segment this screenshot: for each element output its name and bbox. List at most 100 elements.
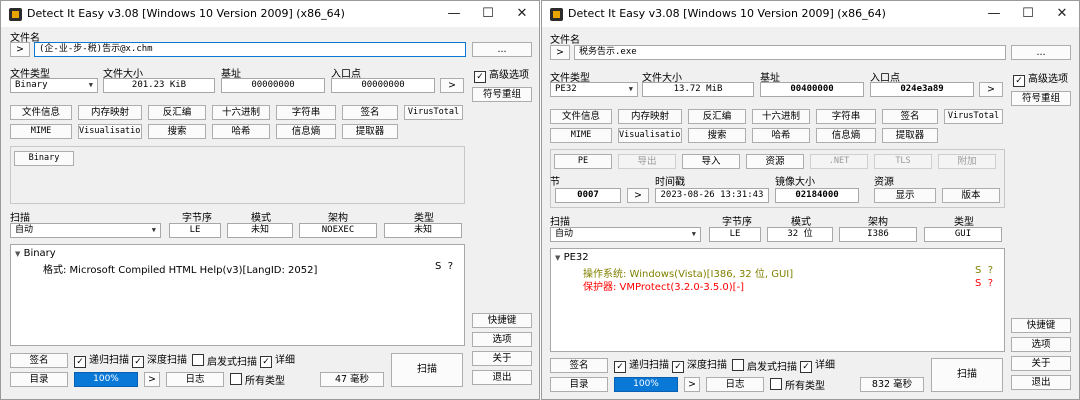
- recursive-scan-checkbox[interactable]: ✓ 递归扫描: [74, 354, 129, 368]
- minimize-button[interactable]: —: [977, 4, 1011, 24]
- heuristic-scan-checkbox[interactable]: 启发式扫描: [732, 359, 797, 374]
- signature-reorg-button[interactable]: 符号重组: [1011, 91, 1071, 106]
- visualisation-button[interactable]: Visualisation: [618, 128, 682, 143]
- heuristic-scan-checkbox[interactable]: 启发式扫描: [192, 354, 257, 369]
- file-info-button[interactable]: 文件信息: [10, 105, 72, 120]
- about-button[interactable]: 关于: [1011, 356, 1071, 371]
- dotnet-button[interactable]: .NET: [810, 154, 868, 169]
- file-name-field[interactable]: 税务告示.exe: [574, 45, 1006, 60]
- result-root-node[interactable]: ▼ Binary: [15, 248, 56, 259]
- shortcuts-button[interactable]: 快捷键: [472, 313, 532, 328]
- result-protector-flags[interactable]: S ?: [975, 278, 993, 289]
- exit-button[interactable]: 退出: [472, 370, 532, 385]
- file-size-field: 13.72 MiB: [642, 82, 754, 97]
- mime-button[interactable]: MIME: [10, 124, 72, 139]
- next-button[interactable]: >: [684, 377, 700, 392]
- recursive-scan-checkbox[interactable]: ✓ 递归扫描: [614, 359, 669, 373]
- browse-button[interactable]: ...: [472, 42, 532, 57]
- result-root-node[interactable]: ▼ PE32: [555, 252, 589, 263]
- section-button[interactable]: >: [627, 188, 649, 203]
- close-button[interactable]: ✕: [505, 4, 539, 24]
- hash-button[interactable]: 哈希: [752, 128, 810, 143]
- sign-button[interactable]: 签名: [550, 358, 608, 373]
- extractor-button[interactable]: 提取器: [882, 128, 938, 143]
- signature-button[interactable]: 签名: [342, 105, 398, 120]
- disassembly-button[interactable]: 反汇编: [688, 109, 746, 124]
- result-flags[interactable]: S ?: [435, 261, 453, 272]
- exit-button[interactable]: 退出: [1011, 375, 1071, 390]
- binary-tab-button[interactable]: Binary: [14, 151, 74, 166]
- show-resources-button[interactable]: 显示: [874, 188, 936, 203]
- arch-label: 架构: [868, 217, 888, 228]
- next-button[interactable]: >: [144, 372, 160, 387]
- all-types-checkbox[interactable]: 所有类型: [230, 373, 285, 388]
- signature-button[interactable]: 签名: [882, 109, 938, 124]
- hash-button[interactable]: 哈希: [212, 124, 270, 139]
- minimize-button[interactable]: —: [437, 4, 471, 24]
- search-button[interactable]: 搜索: [148, 124, 206, 139]
- checkbox-empty-icon: [770, 378, 782, 390]
- sign-button[interactable]: 签名: [10, 353, 68, 368]
- advanced-checkbox[interactable]: ✓ 高级选项: [474, 69, 529, 83]
- about-button[interactable]: 关于: [472, 351, 532, 366]
- checkbox-empty-icon: [230, 373, 242, 385]
- overlay-button[interactable]: 附加: [938, 154, 996, 169]
- file-type-select[interactable]: Binary ▼: [10, 78, 98, 93]
- visualisation-button[interactable]: Visualisation: [78, 124, 142, 139]
- virustotal-button[interactable]: VirusTotal: [404, 105, 463, 120]
- signature-reorg-button[interactable]: 符号重组: [472, 87, 532, 102]
- base-address-field: 00000000: [221, 78, 325, 93]
- verbose-checkbox[interactable]: ✓ 详细: [260, 354, 295, 368]
- resources-button[interactable]: 资源: [746, 154, 804, 169]
- memory-map-button[interactable]: 内存映射: [78, 105, 142, 120]
- strings-button[interactable]: 字符串: [816, 109, 876, 124]
- result-os-flags[interactable]: S ?: [975, 265, 993, 276]
- import-button[interactable]: 导入: [682, 154, 740, 169]
- memory-map-button[interactable]: 内存映射: [618, 109, 682, 124]
- search-button[interactable]: 搜索: [688, 128, 746, 143]
- mime-button[interactable]: MIME: [550, 128, 612, 143]
- file-type-select[interactable]: PE32 ▼: [550, 82, 638, 97]
- scan-mode-select[interactable]: 自动 ▼: [550, 227, 701, 242]
- version-button[interactable]: 版本: [942, 188, 1000, 203]
- maximize-button[interactable]: ☐: [1011, 4, 1045, 24]
- pe-button[interactable]: PE: [554, 154, 612, 169]
- shortcuts-button[interactable]: 快捷键: [1011, 318, 1071, 333]
- log-button[interactable]: 日志: [166, 372, 224, 387]
- checkbox-empty-icon: [192, 354, 204, 366]
- entry-point-button[interactable]: >: [979, 82, 1003, 97]
- deep-scan-checkbox[interactable]: ✓ 深度扫描: [672, 359, 727, 373]
- directory-button[interactable]: 目录: [10, 372, 68, 387]
- scan-button[interactable]: 扫描: [391, 353, 463, 387]
- expand-button[interactable]: >: [550, 45, 570, 60]
- all-types-checkbox[interactable]: 所有类型: [770, 378, 825, 393]
- scan-button[interactable]: 扫描: [931, 358, 1003, 392]
- virustotal-button[interactable]: VirusTotal: [944, 109, 1003, 124]
- export-button[interactable]: 导出: [618, 154, 676, 169]
- entropy-button[interactable]: 信息熵: [816, 128, 876, 143]
- directory-button[interactable]: 目录: [550, 377, 608, 392]
- file-name-field[interactable]: (企-业-步-税)告示@x.chm: [34, 42, 466, 57]
- check-icon: ✓: [474, 71, 486, 83]
- verbose-checkbox[interactable]: ✓ 详细: [800, 359, 835, 373]
- expand-button[interactable]: >: [10, 42, 30, 57]
- maximize-button[interactable]: ☐: [471, 4, 505, 24]
- close-button[interactable]: ✕: [1045, 4, 1079, 24]
- file-info-button[interactable]: 文件信息: [550, 109, 612, 124]
- strings-button[interactable]: 字符串: [276, 105, 336, 120]
- entry-point-button[interactable]: >: [440, 78, 464, 93]
- scan-mode-select[interactable]: 自动 ▼: [10, 223, 161, 238]
- timestamp-field: 2023-08-26 13:31:43: [655, 188, 769, 203]
- log-button[interactable]: 日志: [706, 377, 764, 392]
- entropy-button[interactable]: 信息熵: [276, 124, 336, 139]
- deep-scan-checkbox[interactable]: ✓ 深度扫描: [132, 354, 187, 368]
- tls-button[interactable]: TLS: [874, 154, 932, 169]
- options-button[interactable]: 选项: [472, 332, 532, 347]
- extractor-button[interactable]: 提取器: [342, 124, 398, 139]
- hex-button[interactable]: 十六进制: [212, 105, 270, 120]
- hex-button[interactable]: 十六进制: [752, 109, 810, 124]
- advanced-checkbox[interactable]: ✓ 高级选项: [1013, 73, 1068, 87]
- disassembly-button[interactable]: 反汇编: [148, 105, 206, 120]
- browse-button[interactable]: ...: [1011, 45, 1071, 60]
- options-button[interactable]: 选项: [1011, 337, 1071, 352]
